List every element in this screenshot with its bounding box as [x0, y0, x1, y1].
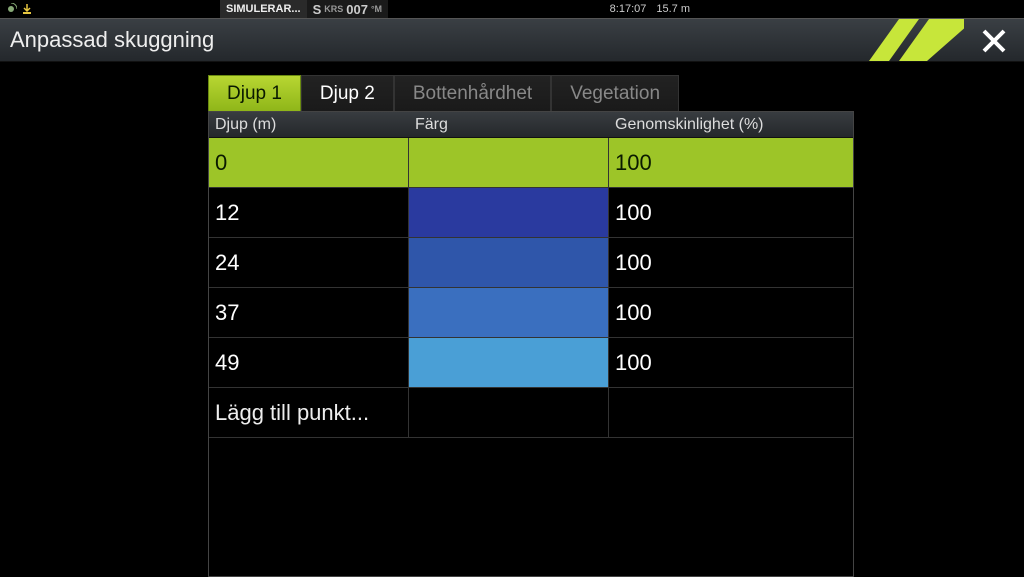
page-title: Anpassad skuggning: [10, 27, 214, 53]
table-row: 37 100: [209, 288, 853, 338]
color-cell[interactable]: [409, 338, 609, 387]
header-depth: Djup (m): [209, 112, 409, 137]
depth-cell[interactable]: 12: [209, 188, 409, 237]
satellite-icon: [4, 2, 18, 16]
table-row: 24 100: [209, 238, 853, 288]
depth-cell[interactable]: 0: [209, 138, 409, 187]
transparency-cell[interactable]: 100: [609, 288, 853, 337]
header-transparency: Genomskinlighet (%): [609, 112, 853, 137]
clock: 8:17:07: [610, 3, 647, 15]
tab-depth-2[interactable]: Djup 2: [301, 75, 394, 111]
tabs: Djup 1 Djup 2 Bottenhårdhet Vegetation: [208, 75, 854, 111]
color-cell[interactable]: [409, 238, 609, 287]
download-icon: [20, 2, 34, 16]
simulation-indicator: SIMULERAR...: [220, 0, 307, 18]
transparency-cell[interactable]: 100: [609, 238, 853, 287]
transparency-cell[interactable]: 100: [609, 138, 853, 187]
depth-cell[interactable]: 24: [209, 238, 409, 287]
tab-depth-1[interactable]: Djup 1: [208, 75, 301, 111]
tab-vegetation[interactable]: Vegetation: [551, 75, 679, 111]
table-row: 49 100: [209, 338, 853, 388]
header-color: Färg: [409, 112, 609, 137]
table-header: Djup (m) Färg Genomskinlighet (%): [209, 112, 853, 138]
depth-cell[interactable]: 37: [209, 288, 409, 337]
add-point-label[interactable]: Lägg till punkt...: [209, 388, 409, 437]
add-point-row[interactable]: Lägg till punkt...: [209, 388, 853, 438]
tab-bottom-hardness[interactable]: Bottenhårdhet: [394, 75, 551, 111]
table-row: 0 100: [209, 138, 853, 188]
color-cell[interactable]: [409, 288, 609, 337]
table-row: 12 100: [209, 188, 853, 238]
depth-cell[interactable]: 49: [209, 338, 409, 387]
heading-indicator: S KRS 007 °M: [307, 0, 389, 18]
transparency-cell[interactable]: 100: [609, 338, 853, 387]
title-bar: Anpassad skuggning: [0, 18, 1024, 62]
shading-table: Djup (m) Färg Genomskinlighet (%) 0 100 …: [208, 111, 854, 577]
status-bar: SIMULERAR... S KRS 007 °M 8:17:07 15.7 m: [0, 0, 1024, 18]
accent-decoration: [844, 19, 964, 61]
transparency-cell[interactable]: 100: [609, 188, 853, 237]
color-cell[interactable]: [409, 138, 609, 187]
close-button[interactable]: [976, 23, 1012, 59]
color-cell[interactable]: [409, 188, 609, 237]
depth-readout: 15.7 m: [656, 3, 690, 15]
